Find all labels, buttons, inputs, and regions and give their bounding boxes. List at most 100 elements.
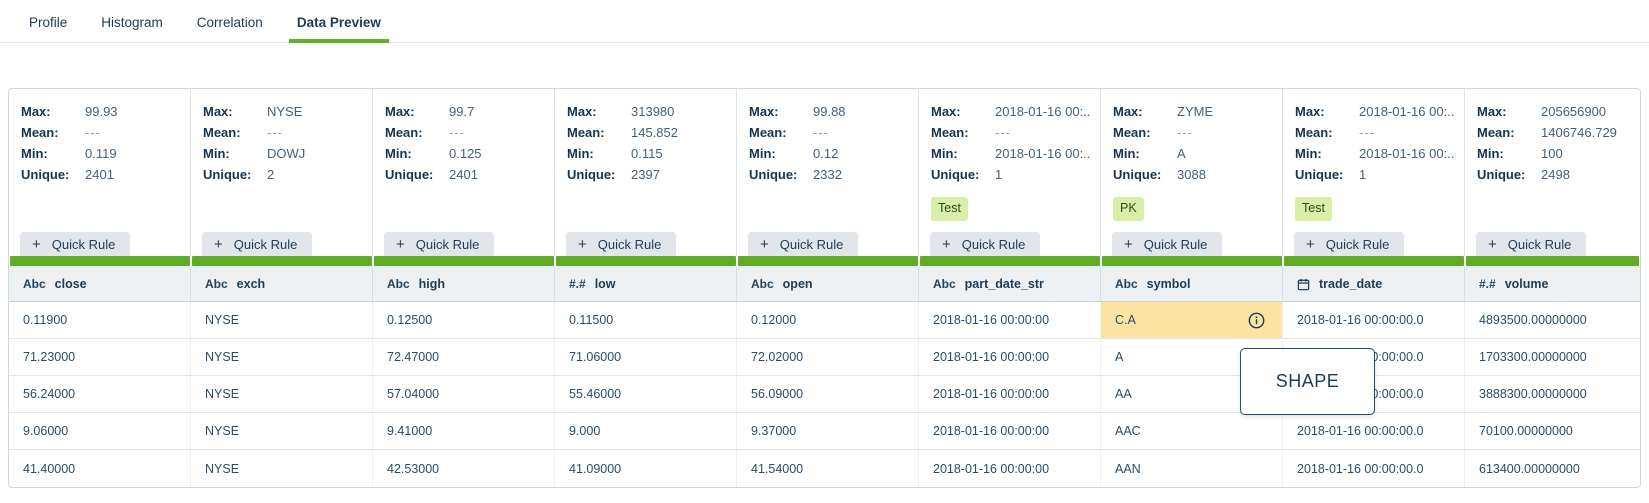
cell-high[interactable]: 72.47000 <box>373 339 555 375</box>
stat-value-max: 2018-01-16 00:... <box>1359 101 1454 122</box>
quick-rule-button-trade_date[interactable]: +Quick Rule <box>1294 232 1404 256</box>
cell-low[interactable]: 9.000 <box>555 413 737 449</box>
stat-value-max: 99.93 <box>85 101 180 122</box>
cell-exch[interactable]: NYSE <box>191 413 373 449</box>
cell-symbol-highlighted[interactable]: C.A <box>1101 302 1283 338</box>
cell-value: 1703300.00000000 <box>1479 350 1587 364</box>
cell-close[interactable]: 56.24000 <box>9 376 191 412</box>
cell-symbol[interactable]: AAC <box>1101 413 1283 449</box>
cell-part_date_str[interactable]: 2018-01-16 00:00:00 <box>919 376 1101 412</box>
cell-open[interactable]: 56.09000 <box>737 376 919 412</box>
cell-low[interactable]: 41.09000 <box>555 450 737 487</box>
cell-close[interactable]: 0.11900 <box>9 302 191 338</box>
column-header-low[interactable]: #.#low <box>555 267 737 301</box>
table-row: 56.24000NYSE57.0400055.4600056.090002018… <box>9 376 1640 413</box>
info-icon[interactable] <box>1248 312 1265 329</box>
cell-low[interactable]: 0.11500 <box>555 302 737 338</box>
cell-open[interactable]: 41.54000 <box>737 450 919 487</box>
cell-part_date_str[interactable]: 2018-01-16 00:00:00 <box>919 302 1101 338</box>
column-header-symbol[interactable]: Abcsymbol <box>1101 267 1283 301</box>
stat-label-unique: Unique: <box>1477 164 1541 185</box>
column-name: open <box>783 277 813 291</box>
cell-volume[interactable]: 1703300.00000000 <box>1465 339 1640 375</box>
tab-profile[interactable]: Profile <box>21 2 75 42</box>
cell-low[interactable]: 71.06000 <box>555 339 737 375</box>
cell-close[interactable]: 41.40000 <box>9 450 191 487</box>
cell-volume[interactable]: 70100.00000000 <box>1465 413 1640 449</box>
shape-popup-label: SHAPE <box>1276 371 1340 392</box>
valid-data-bar-trade_date[interactable] <box>1284 256 1464 266</box>
stat-value-min: 0.12 <box>813 143 908 164</box>
cell-high[interactable]: 42.53000 <box>373 450 555 487</box>
column-header-part_date_str[interactable]: Abcpart_date_str <box>919 267 1101 301</box>
quick-rule-button-low[interactable]: +Quick Rule <box>566 232 676 256</box>
stat-value-min: 0.125 <box>449 143 544 164</box>
cell-trade_date[interactable]: 2018-01-16 00:00:00.0 <box>1283 302 1465 338</box>
tab-label: Correlation <box>197 15 263 30</box>
valid-data-bar-open[interactable] <box>738 256 918 266</box>
stat-label-max: Max: <box>931 101 995 122</box>
quality-bar-cell-high <box>373 256 555 266</box>
cell-high[interactable]: 9.41000 <box>373 413 555 449</box>
stat-panel-exch: Max:NYSEMean:---Min:DOWJUnique:2+Quick R… <box>191 89 373 256</box>
cell-exch[interactable]: NYSE <box>191 302 373 338</box>
cell-low[interactable]: 55.46000 <box>555 376 737 412</box>
cell-open[interactable]: 72.02000 <box>737 339 919 375</box>
data-preview-panel: Max:99.93Mean:---Min:0.119Unique:2401+Qu… <box>8 88 1641 488</box>
stat-line-max: Max:99.88 <box>749 101 908 122</box>
valid-data-bar-part_date_str[interactable] <box>920 256 1100 266</box>
tab-data-preview[interactable]: Data Preview <box>289 2 389 42</box>
stat-value-min: 100 <box>1541 143 1630 164</box>
cell-volume[interactable]: 3888300.00000000 <box>1465 376 1640 412</box>
column-header-volume[interactable]: #.#volume <box>1465 267 1640 301</box>
valid-data-bar-high[interactable] <box>374 256 554 266</box>
valid-data-bar-exch[interactable] <box>192 256 372 266</box>
cell-part_date_str[interactable]: 2018-01-16 00:00:00 <box>919 339 1101 375</box>
column-header-exch[interactable]: Abcexch <box>191 267 373 301</box>
quick-rule-button-symbol[interactable]: +Quick Rule <box>1112 232 1222 256</box>
cell-high[interactable]: 0.12500 <box>373 302 555 338</box>
stat-value-mean: --- <box>1359 122 1454 143</box>
column-header-open[interactable]: Abcopen <box>737 267 919 301</box>
tab-correlation[interactable]: Correlation <box>189 2 271 42</box>
cell-close[interactable]: 71.23000 <box>9 339 191 375</box>
cell-close[interactable]: 9.06000 <box>9 413 191 449</box>
valid-data-bar-volume[interactable] <box>1466 256 1639 266</box>
cell-trade_date[interactable]: 2018-01-16 00:00:00.0 <box>1283 450 1465 487</box>
stat-line-min: Min:0.119 <box>21 143 180 164</box>
cell-open[interactable]: 0.12000 <box>737 302 919 338</box>
cell-open[interactable]: 9.37000 <box>737 413 919 449</box>
table-row: 71.23000NYSE72.4700071.06000 72.02000 2018… <box>9 339 1640 376</box>
column-header-trade_date[interactable]: trade_date <box>1283 267 1465 301</box>
quick-rule-button-close[interactable]: +Quick Rule <box>20 232 130 256</box>
cell-value: 2018-01-16 00:00:00 <box>933 313 1049 327</box>
quick-rule-button-exch[interactable]: +Quick Rule <box>202 232 312 256</box>
cell-symbol[interactable]: AAN <box>1101 450 1283 487</box>
cell-high[interactable]: 57.04000 <box>373 376 555 412</box>
cell-volume[interactable]: 4893500.00000000 <box>1465 302 1640 338</box>
column-header-high[interactable]: Abchigh <box>373 267 555 301</box>
tab-histogram[interactable]: Histogram <box>93 2 171 42</box>
column-header-close[interactable]: Abcclose <box>9 267 191 301</box>
quality-bar-cell-low <box>555 256 737 266</box>
quick-rule-button-volume[interactable]: +Quick Rule <box>1476 232 1586 256</box>
quick-rule-button-part_date_str[interactable]: +Quick Rule <box>930 232 1040 256</box>
cell-trade_date[interactable]: 2018-01-16 00:00:00.0 <box>1283 413 1465 449</box>
cell-exch[interactable]: NYSE <box>191 376 373 412</box>
valid-data-bar-symbol[interactable] <box>1102 256 1282 266</box>
quick-rule-button-open[interactable]: +Quick Rule <box>748 232 858 256</box>
number-type-icon: #.# <box>1479 277 1496 291</box>
cell-exch[interactable]: NYSE <box>191 339 373 375</box>
calendar-icon <box>1297 278 1310 291</box>
cell-part_date_str[interactable]: 2018-01-16 00:00:00 <box>919 413 1101 449</box>
cell-part_date_str[interactable]: 2018-01-16 00:00:00 <box>919 450 1101 487</box>
quick-rule-button-high[interactable]: +Quick Rule <box>384 232 494 256</box>
valid-data-bar-low[interactable] <box>556 256 736 266</box>
valid-data-bar-close[interactable] <box>10 256 190 266</box>
cell-volume[interactable]: 613400.00000000 <box>1465 450 1640 487</box>
stat-line-mean: Mean:--- <box>203 122 362 143</box>
cell-value: 72.02000 <box>751 350 803 364</box>
cell-value: 9.37000 <box>751 424 796 438</box>
cell-exch[interactable]: NYSE <box>191 450 373 487</box>
stat-label-max: Max: <box>1113 101 1177 122</box>
